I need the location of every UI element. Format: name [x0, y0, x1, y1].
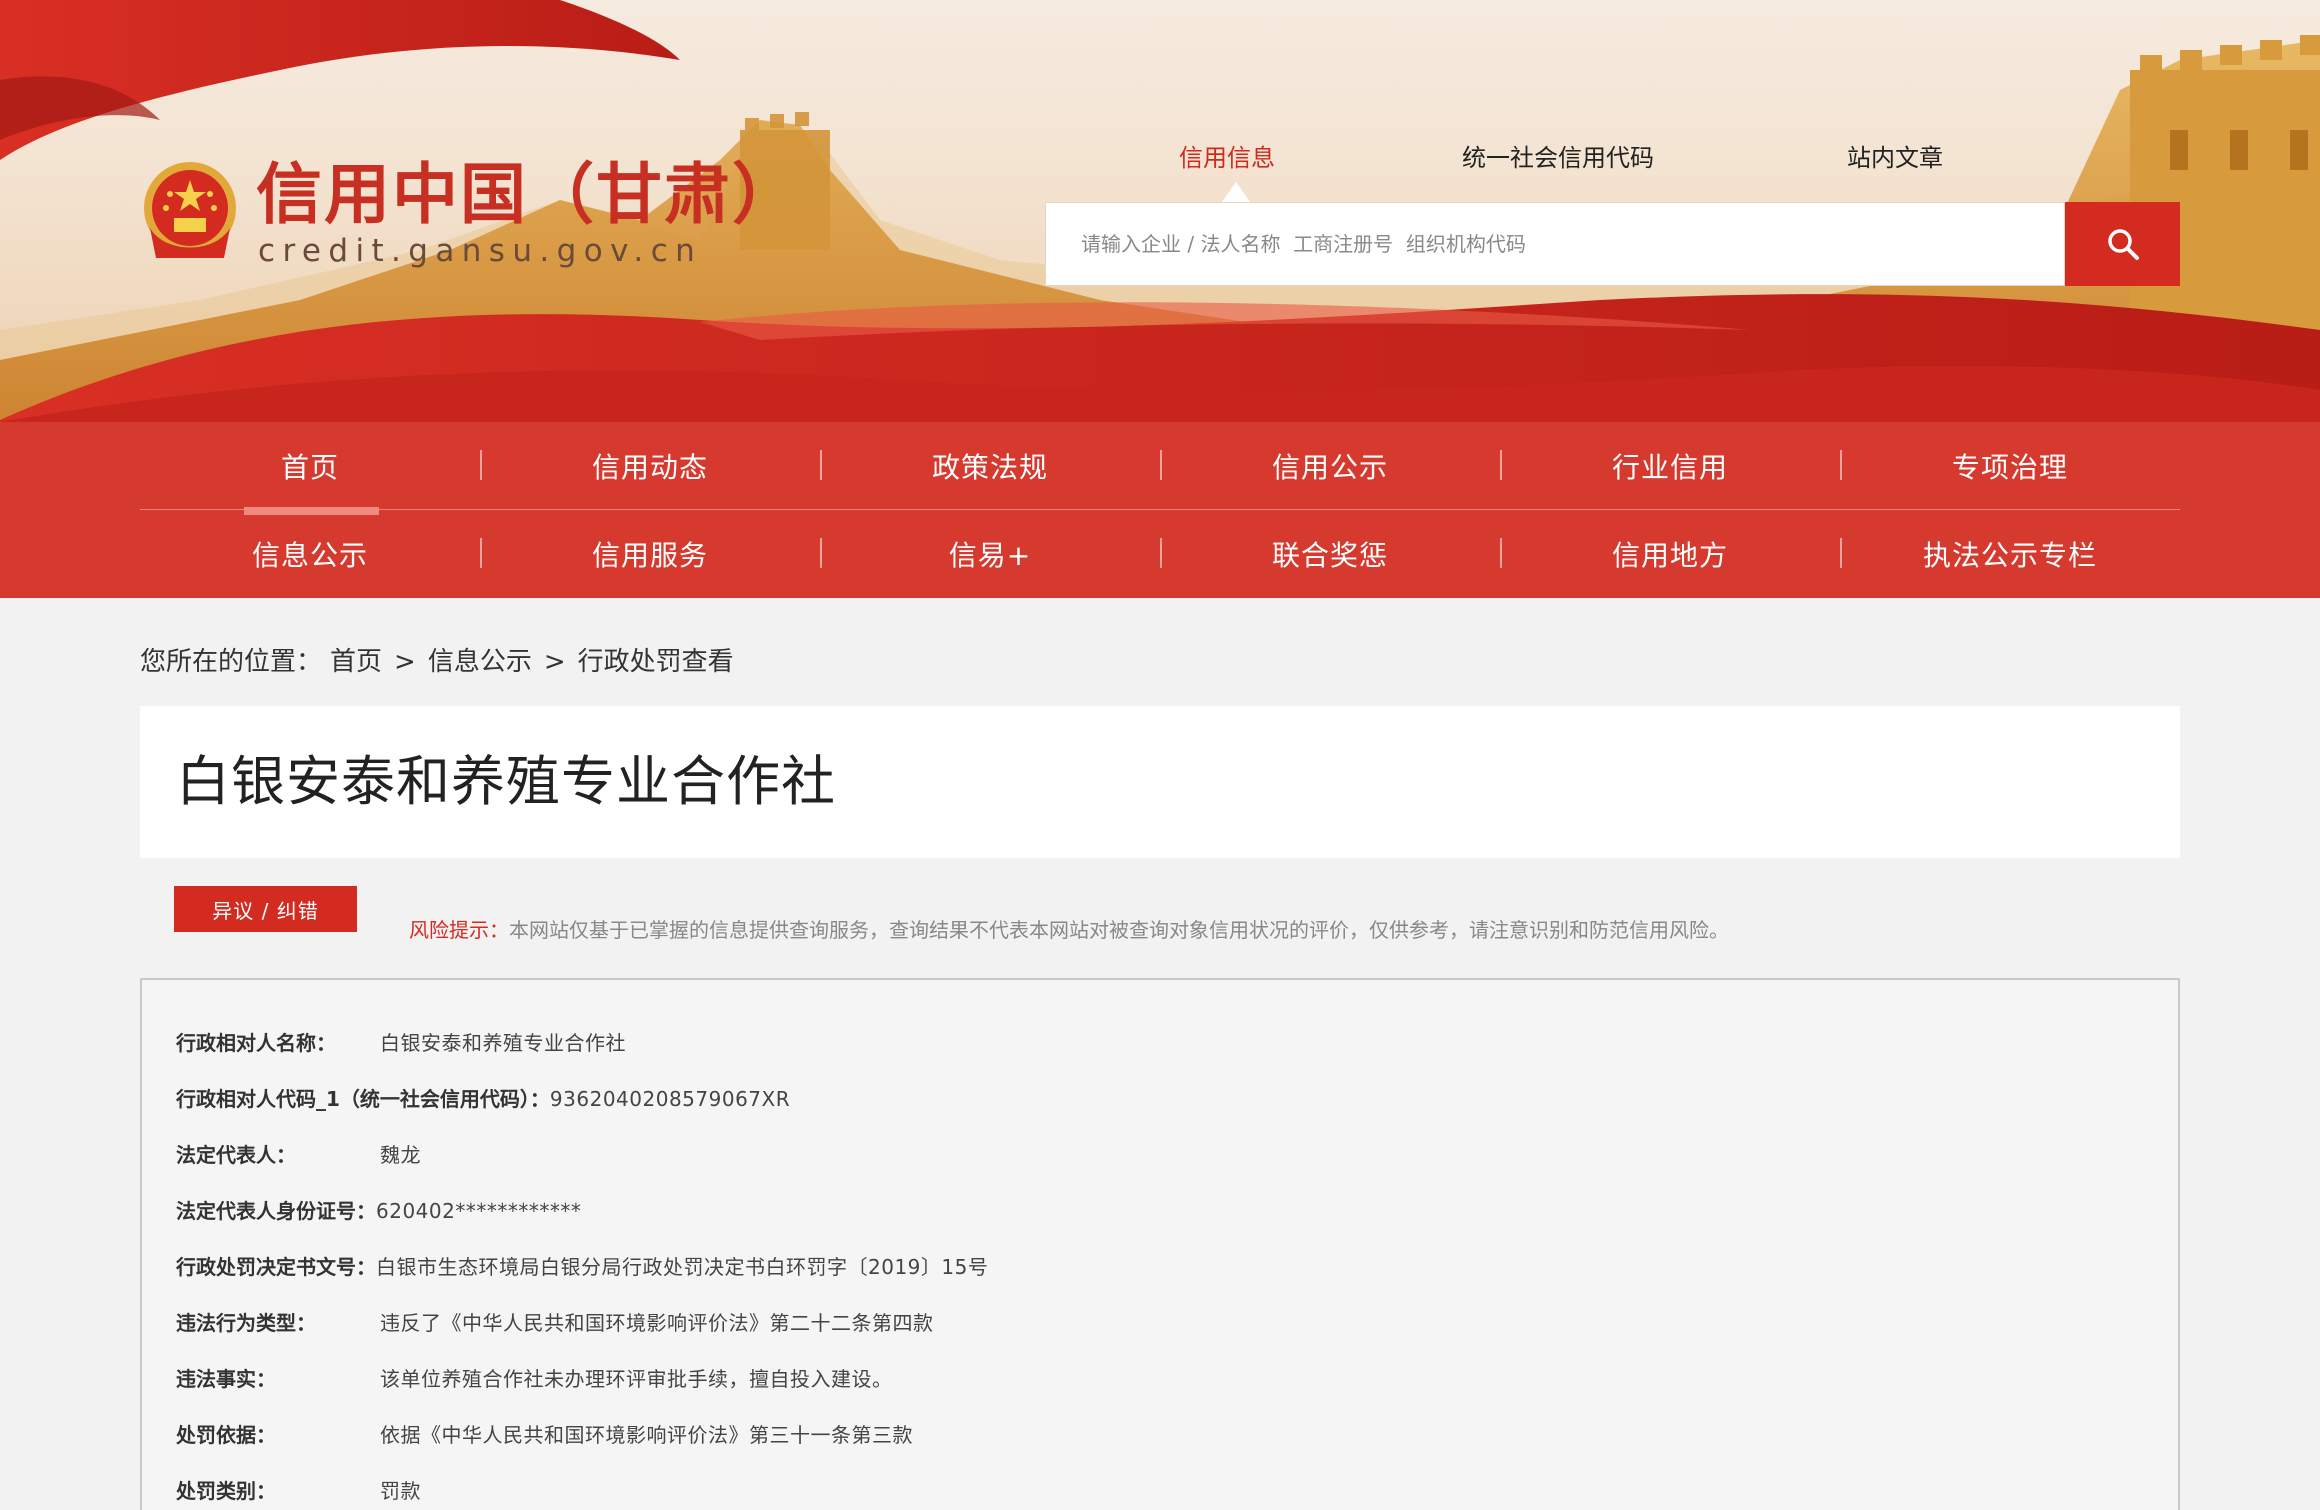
nav-row-1: 首页 信用动态 政策法规 信用公示 行业信用 专项治理 [140, 422, 2180, 510]
page-title: 白银安泰和养殖专业合作社 [176, 750, 836, 813]
detail-value: 白银安泰和养殖专业合作社 [380, 1031, 626, 1055]
detail-value: 魏龙 [380, 1143, 421, 1167]
breadcrumb-info-disclosure[interactable]: 信息公示 [428, 647, 532, 677]
search-box [1045, 202, 2065, 286]
breadcrumb: 您所在的位置： 首页 > 信息公示 > 行政处罚查看 [140, 644, 742, 680]
detail-value: 9362040208579067XR [549, 1087, 791, 1111]
breadcrumb-separator: > [543, 647, 566, 677]
detail-label: 法定代表人： [176, 1143, 296, 1167]
detail-label: 违法行为类型： [176, 1311, 316, 1335]
nav-item-policy[interactable]: 政策法规 [820, 422, 1160, 509]
breadcrumb-prefix: 您所在的位置： [140, 647, 323, 677]
site-domain: credit.gansu.gov.cn [258, 233, 703, 269]
main-nav: 首页 信用动态 政策法规 信用公示 行业信用 专项治理 信息公示 信用服务 信易… [0, 422, 2320, 598]
detail-row-violation-facts: 违法事实： 该单位养殖合作社未办理环评审批手续，擅自投入建设。 [176, 1364, 893, 1394]
breadcrumb-current: 行政处罚查看 [577, 647, 734, 677]
risk-notice-text: 本网站仅基于已掌握的信息提供查询服务，查询结果不代表本网站对被查询对象信用状况的… [509, 918, 1729, 942]
breadcrumb-separator: > [394, 647, 416, 677]
detail-row-penalty-category: 处罚类别： 罚款 [176, 1476, 421, 1506]
detail-label: 处罚类别： [176, 1479, 276, 1503]
detail-value: 白银市生态环境局白银分局行政处罚决定书白环罚字〔2019〕15号 [376, 1255, 989, 1279]
nav-item-industry-credit[interactable]: 行业信用 [1500, 422, 1840, 509]
detail-label: 行政相对人名称： [176, 1031, 336, 1055]
detail-row-decision-number: 行政处罚决定书文号：白银市生态环境局白银分局行政处罚决定书白环罚字〔2019〕1… [176, 1252, 988, 1282]
detail-value: 依据《中华人民共和国环境影响评价法》第三十一条第三款 [380, 1423, 913, 1447]
search-tab-credit-code[interactable]: 统一社会信用代码 [1462, 140, 1654, 176]
nav-row-2: 信息公示 信用服务 信易+ 联合奖惩 信用地方 执法公示专栏 [140, 510, 2180, 598]
detail-value: 违反了《中华人民共和国环境影响评价法》第二十二条第四款 [380, 1311, 934, 1335]
search-icon [2107, 229, 2139, 260]
detail-label: 处罚依据： [176, 1423, 276, 1447]
detail-row-party-name: 行政相对人名称： 白银安泰和养殖专业合作社 [176, 1028, 626, 1058]
nav-item-enforcement-column[interactable]: 执法公示专栏 [1840, 510, 2180, 598]
search-button[interactable] [2065, 202, 2180, 286]
dispute-correction-button[interactable]: 异议 / 纠错 [174, 886, 357, 932]
detail-value: 620402************ [376, 1199, 582, 1223]
risk-notice: 风险提示：本网站仅基于已掌握的信息提供查询服务，查询结果不代表本网站对被查询对象… [409, 918, 1729, 942]
detail-row-violation-type: 违法行为类型： 违反了《中华人民共和国环境影响评价法》第二十二条第四款 [176, 1308, 934, 1338]
detail-row-legal-rep: 法定代表人： 魏龙 [176, 1140, 421, 1170]
nav-item-special-governance[interactable]: 专项治理 [1840, 422, 2180, 509]
detail-value: 该单位养殖合作社未办理环评审批手续，擅自投入建设。 [380, 1367, 893, 1391]
search-tabs: 信用信息 统一社会信用代码 站内文章 [1045, 140, 2180, 200]
risk-notice-label: 风险提示： [409, 918, 509, 942]
nav-item-credit-service[interactable]: 信用服务 [480, 510, 820, 598]
detail-row-credit-code: 行政相对人代码_1（统一社会信用代码）：9362040208579067XR [176, 1084, 790, 1114]
nav-item-joint-rewards[interactable]: 联合奖惩 [1160, 510, 1500, 598]
nav-item-info-disclosure[interactable]: 信息公示 [140, 510, 480, 598]
detail-row-legal-rep-id: 法定代表人身份证号：620402************ [176, 1196, 581, 1226]
detail-row-penalty-basis: 处罚依据： 依据《中华人民共和国环境影响评价法》第三十一条第三款 [176, 1420, 913, 1450]
site-logo[interactable]: 信用中国（甘肃） credit.gansu.gov.cn [140, 156, 798, 276]
search-input[interactable] [1046, 203, 2064, 285]
breadcrumb-home[interactable]: 首页 [330, 647, 382, 677]
national-emblem-icon [144, 162, 236, 258]
nav-item-credit-news[interactable]: 信用动态 [480, 422, 820, 509]
search-tab-credit-info[interactable]: 信用信息 [1179, 140, 1275, 176]
search-tab-site-articles[interactable]: 站内文章 [1847, 140, 1943, 176]
detail-label: 行政处罚决定书文号： [176, 1255, 376, 1279]
site-title: 信用中国（甘肃） [256, 156, 800, 233]
nav-item-credit-disclosure[interactable]: 信用公示 [1160, 422, 1500, 509]
detail-value: 罚款 [380, 1479, 421, 1503]
detail-label: 行政相对人代码_1（统一社会信用代码）： [176, 1087, 550, 1111]
penalty-detail-panel: 行政相对人名称： 白银安泰和养殖专业合作社 行政相对人代码_1（统一社会信用代码）… [140, 978, 2180, 1510]
entity-name-card: 白银安泰和养殖专业合作社 [140, 706, 2180, 858]
nav-item-xinyi-plus[interactable]: 信易+ [820, 510, 1160, 598]
nav-item-local-credit[interactable]: 信用地方 [1500, 510, 1840, 598]
detail-label: 违法事实： [176, 1367, 276, 1391]
nav-item-home[interactable]: 首页 [140, 422, 480, 509]
detail-label: 法定代表人身份证号： [176, 1199, 376, 1223]
header-banner: 信用中国（甘肃） credit.gansu.gov.cn 信用信息 统一社会信用… [0, 0, 2320, 422]
active-tab-caret [1222, 182, 1250, 202]
